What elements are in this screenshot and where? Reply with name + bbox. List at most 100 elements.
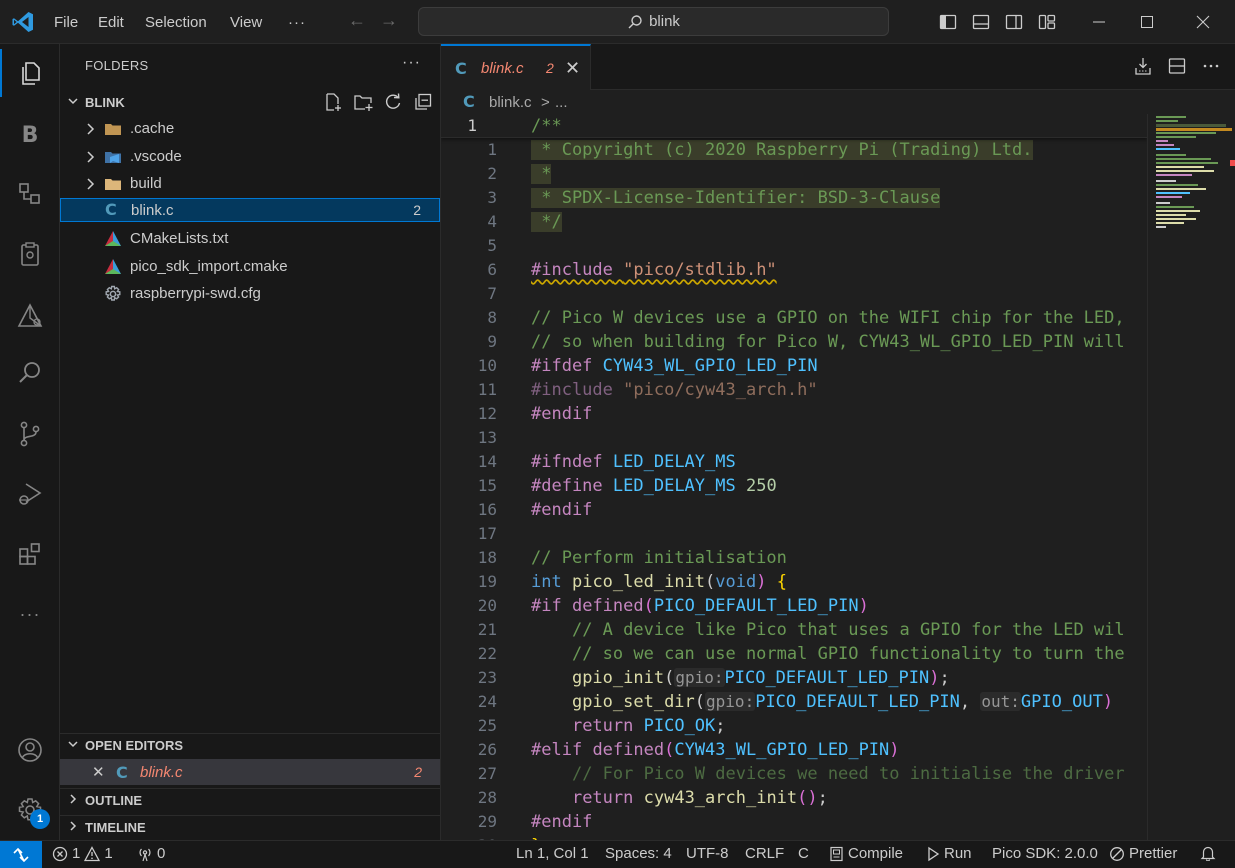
- explorer-button[interactable]: [0, 49, 60, 97]
- encoding-text: UTF-8: [686, 845, 729, 862]
- close-editor-icon[interactable]: ✕: [92, 763, 105, 781]
- toggle-secondary-sidebar-icon[interactable]: [1004, 12, 1024, 32]
- code-line[interactable]: #endif: [531, 498, 592, 522]
- explorer-actions: [323, 92, 433, 112]
- timeline-header[interactable]: TIMELINE: [60, 815, 440, 839]
- problems-indicator[interactable]: 1 1: [52, 845, 113, 862]
- source-control-button[interactable]: [0, 410, 60, 458]
- code-line[interactable]: return cyw43_arch_init();: [531, 786, 828, 810]
- code-line[interactable]: #ifdef CYW43_WL_GPIO_LED_PIN: [531, 354, 818, 378]
- code-line[interactable]: // Perform initialisation: [531, 546, 787, 570]
- extensions-button[interactable]: [0, 530, 60, 578]
- forward-arrow-icon[interactable]: →: [380, 10, 398, 31]
- more-views-button[interactable]: ···: [0, 590, 60, 638]
- code-line[interactable]: *: [531, 162, 552, 186]
- collapse-all-icon[interactable]: [413, 92, 433, 112]
- project-section-header[interactable]: BLINK: [60, 90, 440, 114]
- tree-item-build[interactable]: build: [60, 172, 440, 196]
- code-line[interactable]: */: [531, 210, 562, 234]
- code-editor[interactable]: 1 /** 1 2 3 4 5 6 7 8 9 10 11 12 13 14 15 16 17 18 19 20 21 2…: [441, 114, 1235, 840]
- code-line[interactable]: * Copyright (c) 2020 Raspberry Pi (Tradi…: [531, 138, 1033, 162]
- close-window-button[interactable]: [1180, 0, 1226, 44]
- code-line[interactable]: gpio_init(gpio:PICO_DEFAULT_LED_PIN);: [531, 666, 950, 690]
- clipboard-button[interactable]: [0, 230, 60, 278]
- customize-layout-icon[interactable]: [1037, 12, 1057, 32]
- search-button[interactable]: [0, 349, 60, 397]
- minimap[interactable]: [1147, 114, 1235, 840]
- tree-item-swd-cfg[interactable]: raspberrypi-swd.cfg: [60, 282, 440, 306]
- refresh-icon[interactable]: [383, 92, 403, 112]
- command-center-search[interactable]: blink: [418, 7, 889, 36]
- code-line[interactable]: // so we can use normal GPIO functionali…: [531, 642, 1125, 666]
- run-button[interactable]: Run: [926, 845, 972, 862]
- menu-view[interactable]: View: [230, 0, 262, 44]
- split-editor-icon[interactable]: [1167, 56, 1187, 76]
- run-debug-button[interactable]: [0, 470, 60, 518]
- new-folder-icon[interactable]: [353, 92, 373, 112]
- open-editor-blink-c[interactable]: ✕ C blink.c 2: [60, 759, 440, 785]
- code-line[interactable]: #endif: [531, 402, 592, 426]
- tree-item-vscode[interactable]: .vscode: [60, 145, 440, 169]
- indentation-setting[interactable]: Spaces: 4: [605, 845, 672, 862]
- menu-edit[interactable]: Edit: [98, 0, 124, 44]
- outline-title: OUTLINE: [85, 793, 143, 808]
- manage-button[interactable]: [0, 786, 60, 834]
- maximize-button[interactable]: [1124, 0, 1170, 44]
- cmake-button[interactable]: [0, 292, 60, 340]
- code-line[interactable]: // A device like Pico that uses a GPIO f…: [531, 618, 1125, 642]
- line-number: 4: [487, 212, 497, 231]
- new-file-icon[interactable]: [323, 92, 343, 112]
- breadcrumb-more[interactable]: ...: [555, 94, 568, 111]
- code-line[interactable]: * SPDX-License-Identifier: BSD-3-Clause: [531, 186, 941, 210]
- sticky-scroll-header[interactable]: 1 /**: [441, 114, 1147, 138]
- eol-setting[interactable]: CRLF: [745, 845, 784, 862]
- minimize-button[interactable]: [1076, 0, 1122, 44]
- breadcrumb-file[interactable]: blink.c: [489, 94, 532, 111]
- download-icon[interactable]: [1133, 56, 1153, 76]
- tab-close-icon[interactable]: ✕: [565, 58, 580, 79]
- code-line[interactable]: // For Pico W devices we need to initial…: [531, 762, 1125, 786]
- code-line[interactable]: #include "pico/cyw43_arch.h": [531, 378, 818, 402]
- outline-header[interactable]: OUTLINE: [60, 788, 440, 812]
- compile-button[interactable]: Compile: [829, 845, 903, 862]
- code-line[interactable]: #elif defined(CYW43_WL_GPIO_LED_PIN): [531, 738, 900, 762]
- toggle-panel-icon[interactable]: [971, 12, 991, 32]
- prettier-status[interactable]: Prettier: [1109, 845, 1177, 862]
- cursor-position[interactable]: Ln 1, Col 1: [516, 845, 589, 862]
- code-line[interactable]: #define LED_DELAY_MS 250: [531, 474, 777, 498]
- open-editors-header[interactable]: OPEN EDITORS: [60, 733, 440, 757]
- menu-selection[interactable]: Selection: [145, 0, 207, 44]
- encoding-setting[interactable]: UTF-8: [686, 845, 729, 862]
- menu-more-button[interactable]: ···: [288, 0, 306, 44]
- code-line[interactable]: #include "pico/stdlib.h": [531, 258, 777, 282]
- code-line[interactable]: gpio_set_dir(gpio:PICO_DEFAULT_LED_PIN, …: [531, 690, 1113, 714]
- explorer-sidebar: FOLDERS ··· BLINK .cache .vscode build C…: [60, 44, 441, 840]
- remote-explorer-button[interactable]: [0, 170, 60, 218]
- pico-sdk-version[interactable]: Pico SDK: 2.0.0: [992, 845, 1098, 862]
- menu-file[interactable]: File: [54, 0, 78, 44]
- code-line[interactable]: int pico_led_init(void) {: [531, 570, 787, 594]
- code-line[interactable]: #endif: [531, 810, 592, 834]
- language-mode[interactable]: C: [798, 845, 809, 862]
- code-line[interactable]: #ifndef LED_DELAY_MS: [531, 450, 736, 474]
- notifications-button[interactable]: [1200, 845, 1216, 861]
- tree-item-blink-c[interactable]: C blink.c 2: [60, 198, 440, 222]
- tree-item-cache[interactable]: .cache: [60, 117, 440, 141]
- code-line[interactable]: #if defined(PICO_DEFAULT_LED_PIN): [531, 594, 869, 618]
- tree-item-pico-sdk-import[interactable]: pico_sdk_import.cmake: [60, 255, 440, 279]
- tree-item-cmakelists[interactable]: CMakeLists.txt: [60, 227, 440, 251]
- back-arrow-icon[interactable]: ←: [348, 10, 366, 31]
- ports-indicator[interactable]: 0: [137, 845, 165, 862]
- code-line[interactable]: // Pico W devices use a GPIO on the WIFI…: [531, 306, 1125, 330]
- accounts-button[interactable]: [0, 726, 60, 774]
- code-line[interactable]: return PICO_OK;: [531, 714, 726, 738]
- b-extension-button[interactable]: B: [0, 111, 60, 159]
- code-line[interactable]: // so when building for Pico W, CYW43_WL…: [531, 330, 1125, 354]
- toggle-primary-sidebar-icon[interactable]: [938, 12, 958, 32]
- sidebar-more-button[interactable]: ···: [402, 54, 421, 72]
- line-number: 23: [477, 668, 497, 687]
- tab-blink-c[interactable]: C blink.c 2 ✕: [441, 44, 591, 90]
- remote-indicator-button[interactable]: [0, 841, 42, 868]
- more-actions-icon[interactable]: [1201, 56, 1221, 76]
- chevron-right-icon: [60, 793, 85, 808]
